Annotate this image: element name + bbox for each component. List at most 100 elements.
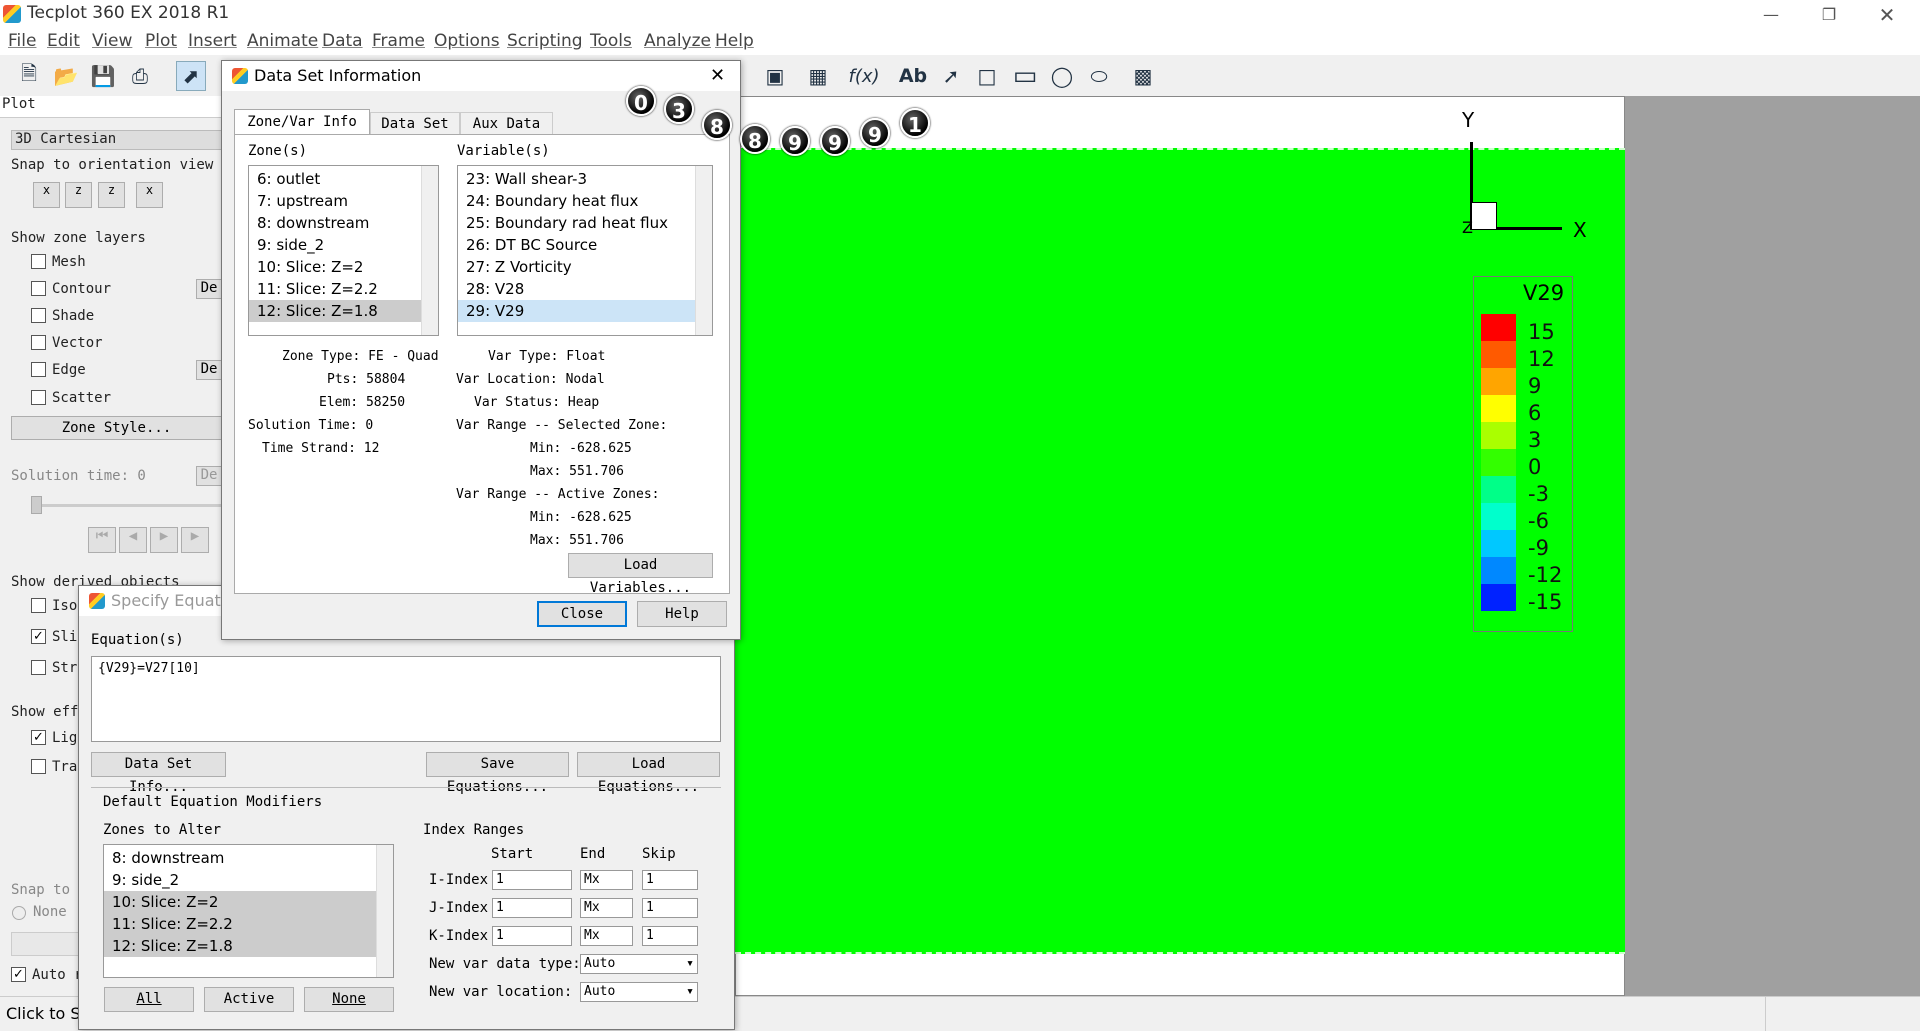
- menu-help[interactable]: Help: [715, 31, 754, 51]
- circle-icon[interactable]: ◯: [1047, 61, 1077, 91]
- function-icon[interactable]: f(x): [848, 61, 879, 91]
- i-skip-input[interactable]: 1: [642, 870, 698, 890]
- load-equations-button[interactable]: Load Equations...: [577, 752, 720, 795]
- none-button[interactable]: None: [304, 987, 394, 1012]
- minimize-icon[interactable]: —: [1748, 0, 1794, 30]
- list-item[interactable]: 8: downstream: [104, 847, 393, 869]
- menu-scripting[interactable]: Scripting: [507, 31, 583, 51]
- zone-style-button[interactable]: Zone Style...: [11, 416, 222, 440]
- close-button[interactable]: Close: [537, 601, 627, 627]
- i-start-input[interactable]: 1: [492, 870, 572, 890]
- k-end-input[interactable]: Mx: [580, 926, 633, 946]
- list-item[interactable]: 12: Slice: Z=1.8: [104, 935, 393, 957]
- j-skip-input[interactable]: 1: [642, 898, 698, 918]
- dsi-titlebar[interactable]: Data Set Information ✕: [222, 61, 740, 91]
- list-item[interactable]: 9: side_2: [249, 234, 438, 256]
- mesh-checkbox[interactable]: [31, 254, 46, 269]
- variables-scrollbar[interactable]: [695, 166, 712, 335]
- menu-edit[interactable]: Edit: [47, 31, 80, 51]
- zones-scrollbar[interactable]: [376, 845, 393, 977]
- contour-details-button[interactable]: De: [196, 279, 222, 299]
- slice-checkbox[interactable]: ✓: [31, 629, 46, 644]
- snap-x-icon[interactable]: x: [33, 182, 60, 208]
- menu-file[interactable]: File: [8, 31, 36, 51]
- next-frame-icon[interactable]: ▶: [181, 527, 209, 553]
- list-item[interactable]: 24: Boundary heat flux: [458, 190, 712, 212]
- solution-time-button[interactable]: De: [196, 466, 222, 486]
- close-icon[interactable]: ✕: [1864, 0, 1910, 30]
- polyline-icon[interactable]: ➚: [936, 61, 966, 91]
- tab-zone-var-info[interactable]: Zone/Var Info: [234, 109, 370, 135]
- snap-z-icon[interactable]: z: [98, 182, 125, 208]
- menu-animate[interactable]: Animate: [247, 31, 318, 51]
- shade-checkbox[interactable]: [31, 308, 46, 323]
- list-item[interactable]: 23: Wall shear-3: [458, 168, 712, 190]
- zones-list[interactable]: 6: outlet 7: upstream 8: downstream 9: s…: [248, 165, 439, 336]
- save-equations-button[interactable]: Save Equations...: [426, 752, 569, 795]
- save-icon[interactable]: 💾: [88, 61, 118, 91]
- menu-data[interactable]: Data: [322, 31, 363, 51]
- new-file-icon[interactable]: 🗎: [14, 61, 44, 91]
- menu-options[interactable]: Options: [434, 31, 500, 51]
- list-item[interactable]: 7: upstream: [249, 190, 438, 212]
- tab-aux-data[interactable]: Aux Data: [460, 112, 553, 135]
- data-set-info-button[interactable]: Data Set Info...: [91, 752, 226, 795]
- snap-iso-icon[interactable]: x: [136, 182, 163, 208]
- open-file-icon[interactable]: 📂: [51, 61, 81, 91]
- play-icon[interactable]: ▶: [150, 527, 178, 553]
- menu-view[interactable]: View: [92, 31, 132, 51]
- square-icon[interactable]: □: [972, 61, 1002, 91]
- print-icon[interactable]: ⎙: [125, 61, 155, 91]
- list-item[interactable]: 27: Z Vorticity: [458, 256, 712, 278]
- edge-checkbox[interactable]: [31, 362, 46, 377]
- load-variables-button[interactable]: Load Variables...: [568, 553, 713, 596]
- k-start-input[interactable]: 1: [492, 926, 572, 946]
- menu-analyze[interactable]: Analyze: [644, 31, 711, 51]
- list-item[interactable]: 8: downstream: [249, 212, 438, 234]
- menu-insert[interactable]: Insert: [188, 31, 237, 51]
- list-item[interactable]: 6: outlet: [249, 168, 438, 190]
- zones-to-alter-list[interactable]: 8: downstream 9: side_2 10: Slice: Z=2 1…: [103, 844, 394, 978]
- contour-checkbox[interactable]: [31, 281, 46, 296]
- none-radio[interactable]: [12, 906, 26, 920]
- list-item[interactable]: 11: Slice: Z=2.2: [104, 913, 393, 935]
- list-item[interactable]: 10: Slice: Z=2: [249, 256, 438, 278]
- iso-checkbox[interactable]: [31, 598, 46, 613]
- list-item[interactable]: 12: Slice: Z=1.8: [249, 300, 438, 322]
- all-button[interactable]: All: [104, 987, 194, 1012]
- equation-textarea[interactable]: {V29}=V27[10]: [91, 656, 721, 742]
- rectangle-icon[interactable]: ▭: [1010, 61, 1040, 91]
- menu-tools[interactable]: Tools: [590, 31, 632, 51]
- active-button[interactable]: Active: [204, 987, 294, 1012]
- ellipse-icon[interactable]: ⬭: [1084, 61, 1114, 91]
- menu-frame[interactable]: Frame: [372, 31, 425, 51]
- pointer-icon[interactable]: ⬈: [176, 61, 206, 91]
- menu-plot[interactable]: Plot: [145, 31, 177, 51]
- edge-details-button[interactable]: De: [196, 360, 222, 380]
- list-item[interactable]: 28: V28: [458, 278, 712, 300]
- tab-data-set[interactable]: Data Set: [370, 112, 460, 135]
- list-item[interactable]: 11: Slice: Z=2.2: [249, 278, 438, 300]
- prev-frame-icon[interactable]: ◀: [119, 527, 147, 553]
- auto-redraw-checkbox[interactable]: ✓: [11, 967, 26, 982]
- frame-icon[interactable]: ▩: [1128, 61, 1158, 91]
- text-icon[interactable]: Ab: [898, 61, 928, 91]
- scatter-checkbox[interactable]: [31, 390, 46, 405]
- list-item[interactable]: 26: DT BC Source: [458, 234, 712, 256]
- list-item[interactable]: 25: Boundary rad heat flux: [458, 212, 712, 234]
- list-item[interactable]: 29: V29: [458, 300, 712, 322]
- slider-handle[interactable]: [31, 496, 42, 514]
- zones-scrollbar[interactable]: [421, 166, 438, 335]
- new-var-location-select[interactable]: Auto ▾: [580, 982, 698, 1002]
- streamtrace-checkbox[interactable]: [31, 660, 46, 675]
- list-item[interactable]: 10: Slice: Z=2: [104, 891, 393, 913]
- close-icon[interactable]: ✕: [710, 61, 725, 91]
- solution-time-slider[interactable]: [33, 504, 222, 507]
- restore-icon[interactable]: ❐: [1806, 0, 1852, 30]
- snap-y-icon[interactable]: z: [65, 182, 92, 208]
- vector-checkbox[interactable]: [31, 335, 46, 350]
- i-end-input[interactable]: Mx: [580, 870, 633, 890]
- list-item[interactable]: 9: side_2: [104, 869, 393, 891]
- k-skip-input[interactable]: 1: [642, 926, 698, 946]
- translucency-checkbox[interactable]: [31, 759, 46, 774]
